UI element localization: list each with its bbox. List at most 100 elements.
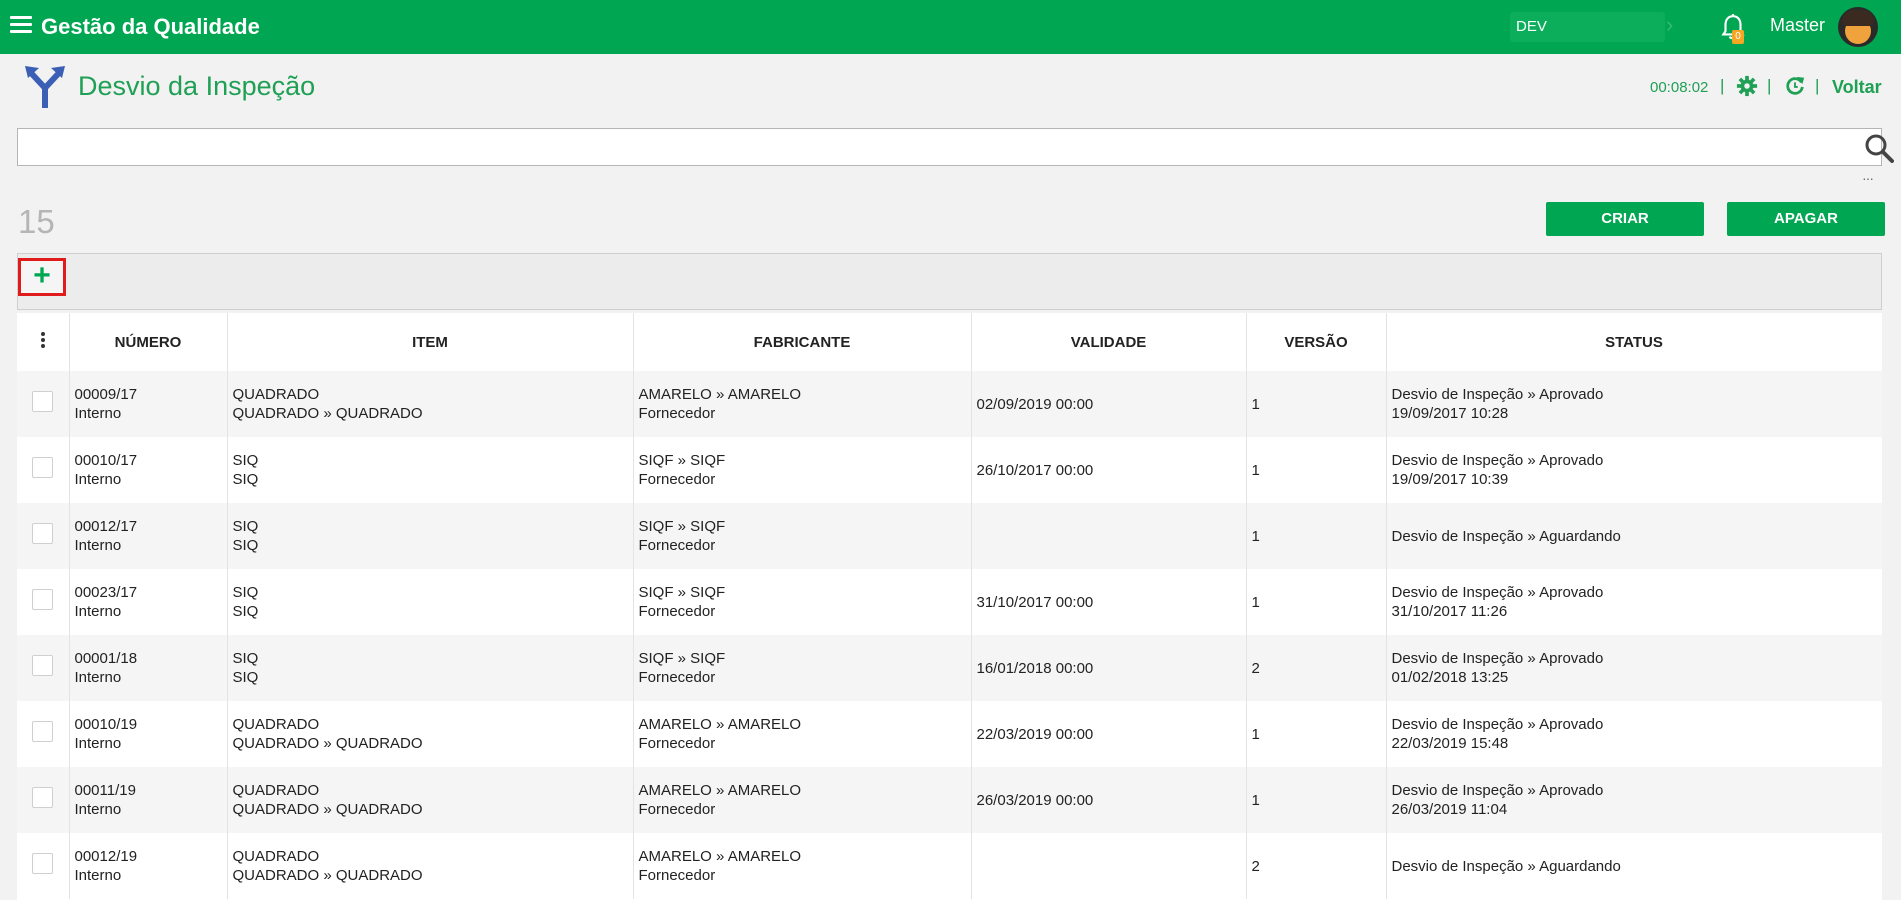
search-input[interactable] bbox=[24, 129, 1848, 165]
separator: | bbox=[1767, 76, 1772, 95]
notification-badge: 0 bbox=[1732, 30, 1744, 44]
fabricante-type: Fornecedor bbox=[638, 735, 716, 752]
environment-selector[interactable]: DEV bbox=[1510, 12, 1665, 42]
chevron-right-icon[interactable]: › bbox=[1666, 12, 1673, 38]
back-link[interactable]: Voltar bbox=[1832, 77, 1882, 98]
cell-validade bbox=[971, 503, 1247, 569]
cell-validade: 16/01/2018 00:00 bbox=[971, 635, 1247, 701]
cell-numero: 00001/18 Interno bbox=[69, 635, 228, 701]
table-row[interactable]: 00012/17 Interno SIQ SIQ SIQF » SIQF Fornec… bbox=[17, 503, 1882, 569]
cell-versao: 1 bbox=[1246, 503, 1387, 569]
row-checkbox[interactable] bbox=[32, 787, 54, 808]
column-header-validade[interactable]: VALIDADE bbox=[971, 313, 1247, 371]
user-name[interactable]: Master bbox=[1770, 15, 1825, 36]
table-toolbar: + bbox=[17, 253, 1882, 310]
table-row[interactable]: 00001/18 Interno SIQ SIQ SIQF » SIQF Fornec… bbox=[17, 635, 1882, 701]
status-value: Desvio de Inspeção » Aprovado bbox=[1391, 716, 1604, 733]
fabricante-type: Fornecedor bbox=[638, 867, 716, 884]
cell-fabricante: AMARELO » AMARELO Fornecedor bbox=[633, 701, 972, 767]
cell-fabricante: SIQF » SIQF Fornecedor bbox=[633, 503, 972, 569]
cell-status: Desvio de Inspeção » Aprovado 31/10/2017 … bbox=[1386, 569, 1882, 635]
fabricante-type: Fornecedor bbox=[638, 801, 716, 818]
cell-versao: 1 bbox=[1246, 371, 1387, 437]
status-value: Desvio de Inspeção » Aguardando bbox=[1391, 527, 1621, 545]
cell-fabricante: AMARELO » AMARELO Fornecedor bbox=[633, 767, 972, 833]
fabricante-value: SIQF » SIQF bbox=[638, 650, 726, 667]
status-date: 19/09/2017 10:28 bbox=[1391, 405, 1509, 422]
table-row[interactable]: 00011/19 Interno QUADRADO QUADRADO » QUADR… bbox=[17, 767, 1882, 833]
cell-versao: 2 bbox=[1246, 635, 1387, 701]
status-date: 22/03/2019 15:48 bbox=[1391, 735, 1509, 752]
row-checkbox-cell bbox=[17, 437, 70, 503]
kebab-icon[interactable] bbox=[40, 330, 45, 350]
fabricante-value: SIQF » SIQF bbox=[638, 452, 726, 469]
numero-value: 00011/19 bbox=[74, 782, 136, 799]
numero-value: 00012/19 bbox=[74, 848, 138, 865]
item-value: QUADRADO bbox=[232, 848, 320, 865]
row-checkbox[interactable] bbox=[32, 853, 54, 874]
app-title: Gestão da Qualidade bbox=[41, 14, 260, 39]
tipo-value: Interno bbox=[74, 405, 122, 422]
row-checkbox-cell bbox=[17, 833, 70, 899]
table-header-row: NÚMERO ITEM FABRICANTE VALIDADE VERSÃO S… bbox=[17, 313, 1882, 371]
row-checkbox[interactable] bbox=[32, 457, 54, 478]
table-row[interactable]: 00012/19 Interno QUADRADO QUADRADO » QUADR… bbox=[17, 833, 1882, 899]
search-icon[interactable] bbox=[1864, 133, 1894, 163]
cell-status: Desvio de Inspeção » Aguardando bbox=[1386, 833, 1882, 899]
cell-validade: 26/10/2017 00:00 bbox=[971, 437, 1247, 503]
session-timer: 00:08:02 bbox=[1650, 79, 1709, 96]
column-header-fabricante[interactable]: FABRICANTE bbox=[633, 313, 972, 371]
row-checkbox[interactable] bbox=[32, 523, 54, 544]
status-value: Desvio de Inspeção » Aprovado bbox=[1391, 650, 1604, 667]
cell-numero: 00012/19 Interno bbox=[69, 833, 228, 899]
cell-fabricante: SIQF » SIQF Fornecedor bbox=[633, 437, 972, 503]
gear-icon[interactable] bbox=[1736, 75, 1758, 97]
cell-numero: 00012/17 Interno bbox=[69, 503, 228, 569]
column-options[interactable] bbox=[17, 313, 70, 371]
refresh-icon[interactable] bbox=[1784, 75, 1806, 97]
row-checkbox[interactable] bbox=[32, 655, 54, 676]
separator: | bbox=[1815, 76, 1820, 95]
column-header-versao[interactable]: VERSÃO bbox=[1246, 313, 1387, 371]
column-header-status[interactable]: STATUS bbox=[1386, 313, 1882, 371]
tipo-value: Interno bbox=[74, 471, 122, 488]
fabricante-value: SIQF » SIQF bbox=[638, 518, 726, 535]
search-bar bbox=[17, 128, 1894, 166]
row-checkbox[interactable] bbox=[32, 721, 54, 742]
item-value: QUADRADO bbox=[232, 386, 320, 403]
add-button[interactable]: + bbox=[18, 258, 66, 296]
cell-versao: 1 bbox=[1246, 437, 1387, 503]
row-checkbox-cell bbox=[17, 767, 70, 833]
row-checkbox[interactable] bbox=[32, 589, 54, 610]
data-table: NÚMERO ITEM FABRICANTE VALIDADE VERSÃO S… bbox=[17, 313, 1882, 900]
more-icon[interactable]: ··· bbox=[1862, 170, 1874, 186]
numero-value: 00009/17 bbox=[74, 386, 138, 403]
table-row[interactable]: 00010/19 Interno QUADRADO QUADRADO » QUADR… bbox=[17, 701, 1882, 767]
delete-button[interactable]: APAGAR bbox=[1727, 202, 1885, 236]
cell-status: Desvio de Inspeção » Aprovado 01/02/2018 … bbox=[1386, 635, 1882, 701]
cell-numero: 00011/19 Interno bbox=[69, 767, 228, 833]
fabricante-type: Fornecedor bbox=[638, 669, 716, 686]
item-value: SIQ bbox=[232, 650, 259, 667]
column-header-numero[interactable]: NÚMERO bbox=[69, 313, 228, 371]
cell-versao: 1 bbox=[1246, 767, 1387, 833]
cell-item: QUADRADO QUADRADO » QUADRADO bbox=[227, 833, 634, 899]
cell-numero: 00009/17 Interno bbox=[69, 371, 228, 437]
create-button[interactable]: CRIAR bbox=[1546, 202, 1704, 236]
tipo-value: Interno bbox=[74, 537, 122, 554]
menu-icon[interactable] bbox=[10, 16, 32, 36]
item-value: QUADRADO bbox=[232, 716, 320, 733]
cell-fabricante: AMARELO » AMARELO Fornecedor bbox=[633, 371, 972, 437]
item-detail: QUADRADO » QUADRADO bbox=[232, 801, 423, 818]
column-header-item[interactable]: ITEM bbox=[227, 313, 634, 371]
cell-validade: 22/03/2019 00:00 bbox=[971, 701, 1247, 767]
fabricante-value: SIQF » SIQF bbox=[638, 584, 726, 601]
status-date: 01/02/2018 13:25 bbox=[1391, 669, 1509, 686]
plus-icon: + bbox=[33, 259, 51, 292]
fabricante-value: AMARELO » AMARELO bbox=[638, 716, 802, 733]
table-row[interactable]: 00009/17 Interno QUADRADO QUADRADO » QUADR… bbox=[17, 371, 1882, 437]
row-checkbox[interactable] bbox=[32, 391, 54, 412]
table-row[interactable]: 00023/17 Interno SIQ SIQ SIQF » SIQF Fornec… bbox=[17, 569, 1882, 635]
table-row[interactable]: 00010/17 Interno SIQ SIQ SIQF » SIQF Fornec… bbox=[17, 437, 1882, 503]
avatar[interactable] bbox=[1838, 7, 1878, 47]
